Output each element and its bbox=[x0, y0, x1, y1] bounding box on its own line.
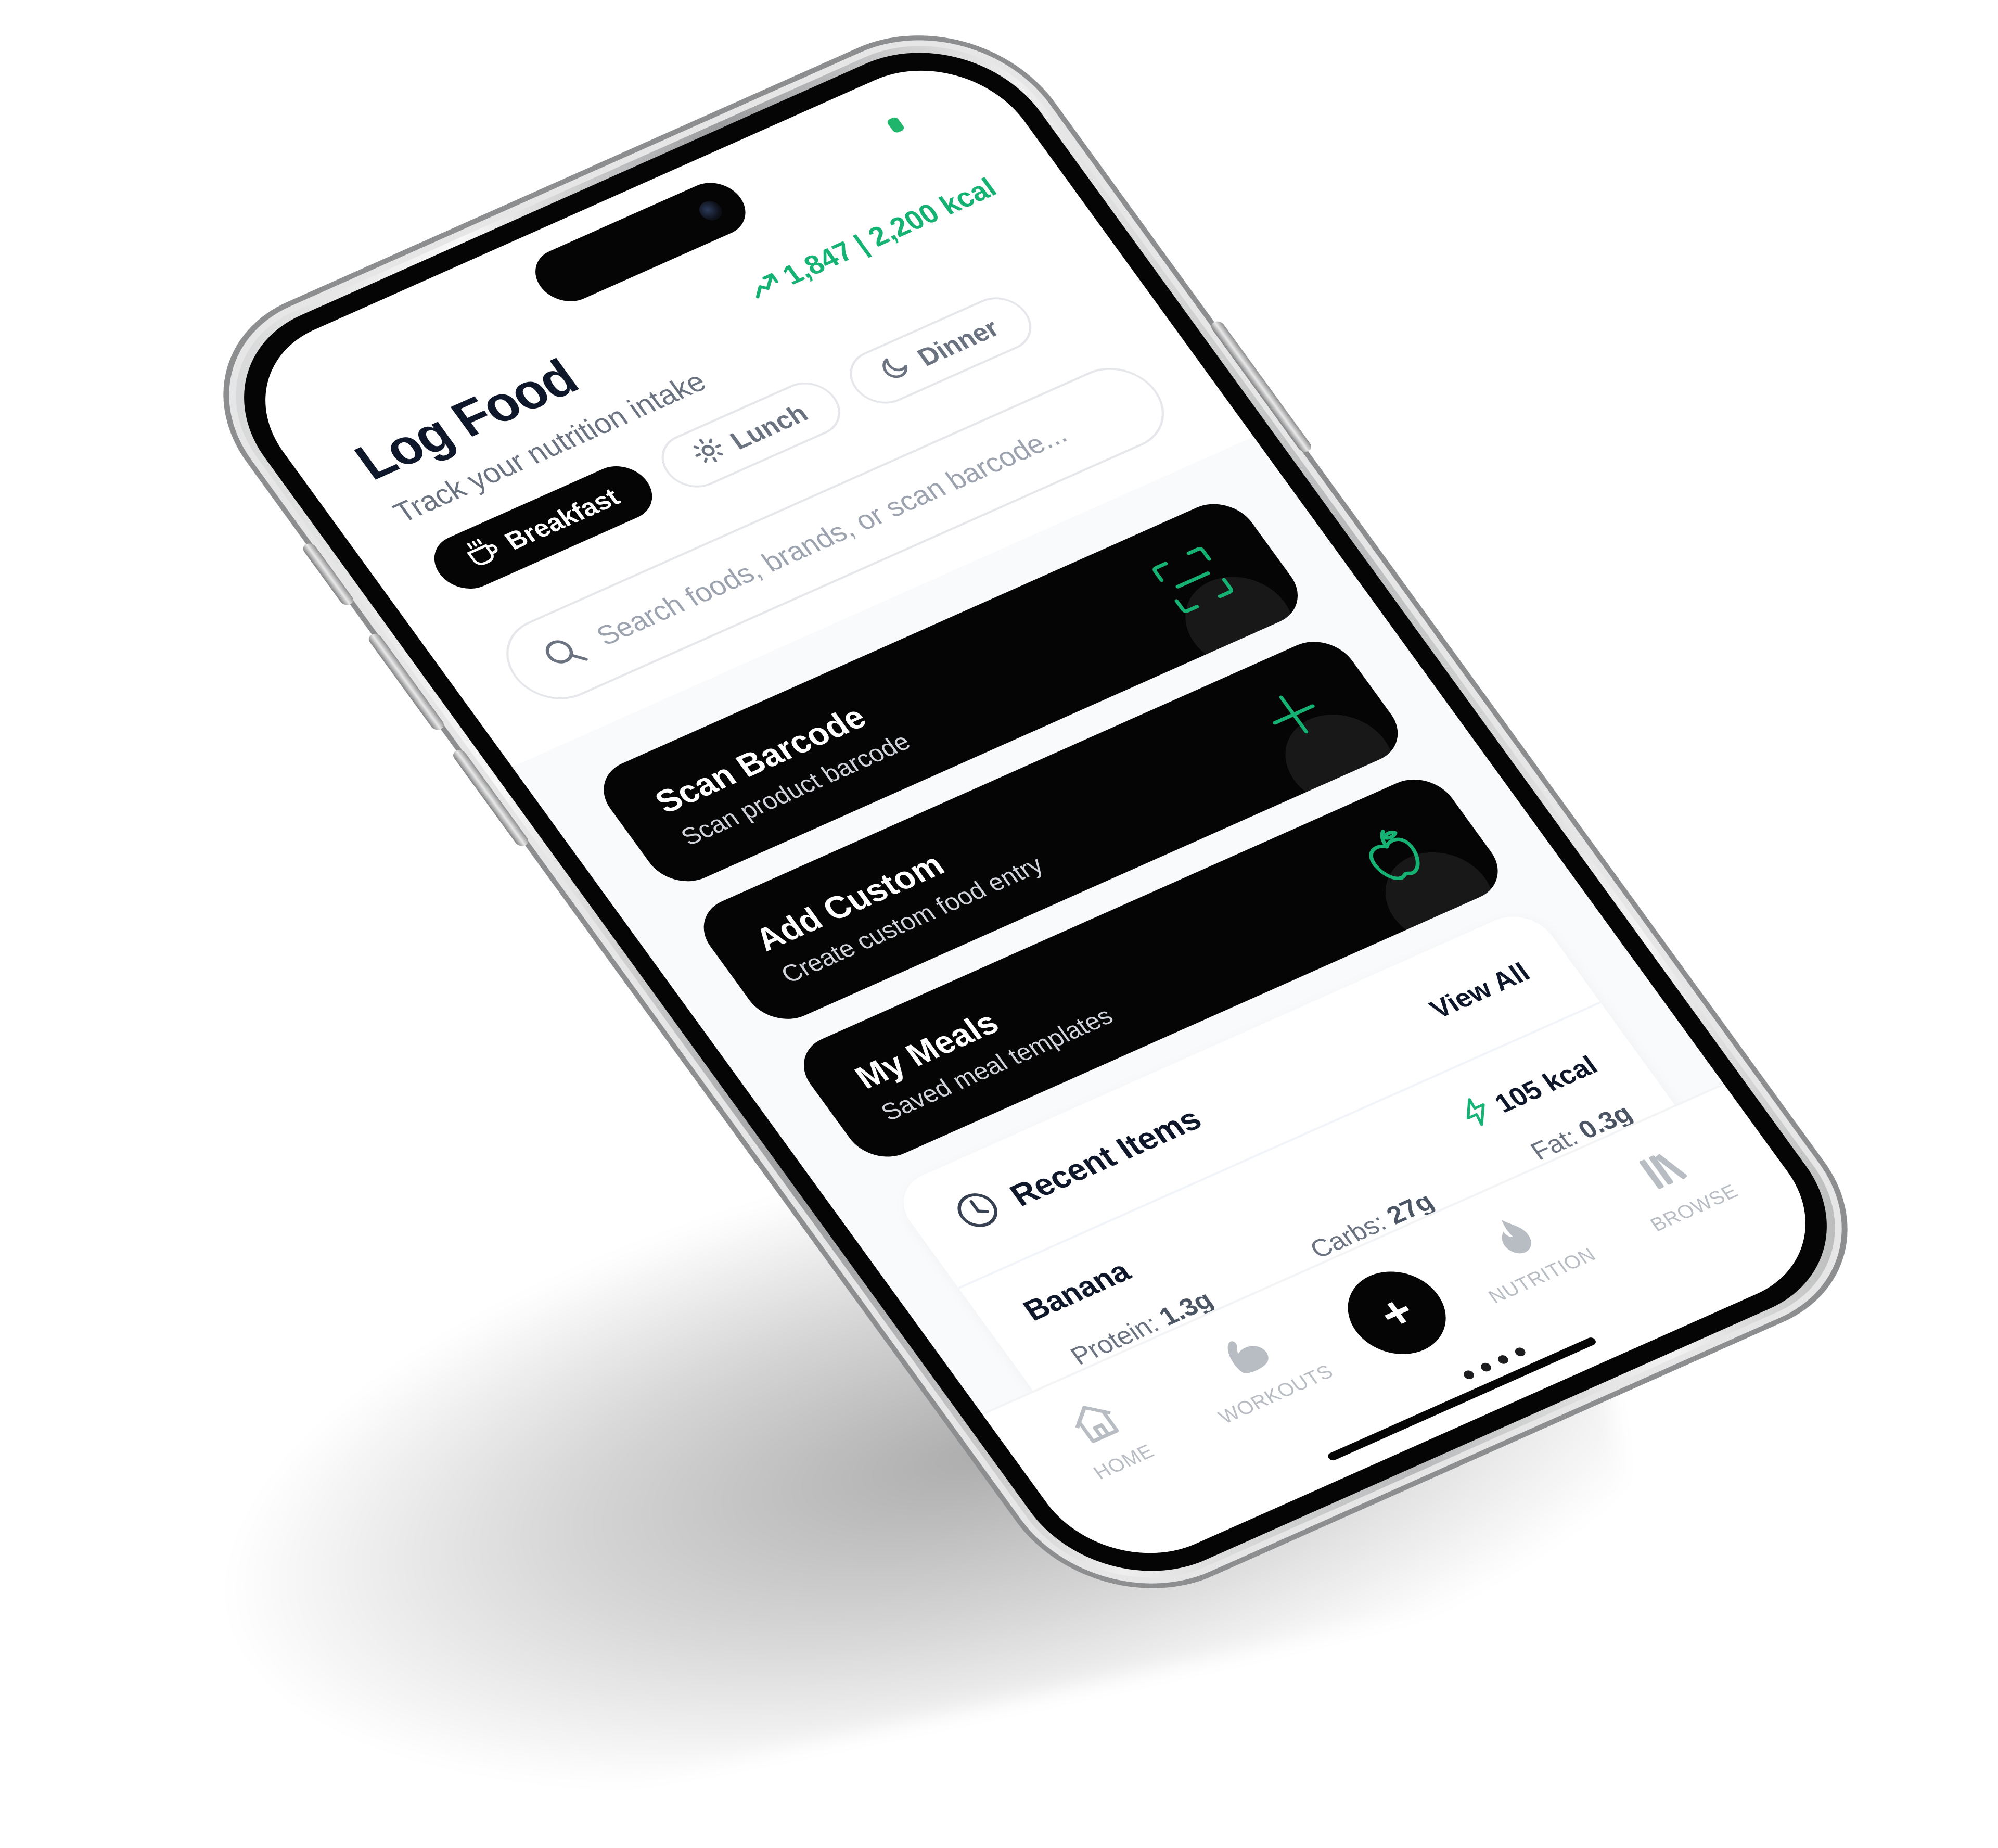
battery-indicator bbox=[886, 116, 906, 134]
view-all-link[interactable]: View All bbox=[1424, 957, 1536, 1025]
food-name: Banana bbox=[1017, 1255, 1137, 1328]
clock-icon bbox=[946, 1184, 1014, 1242]
nav-home-label: HOME bbox=[1089, 1441, 1159, 1484]
moon-icon bbox=[875, 350, 920, 389]
screenshot-stage: Log Food Track your nutrition intake 1,8… bbox=[0, 0, 1998, 1848]
nav-browse[interactable]: BROWSE bbox=[1589, 1121, 1763, 1245]
nav-nutrition[interactable]: NUTRITION bbox=[1437, 1189, 1611, 1313]
front-camera-icon bbox=[695, 198, 727, 224]
tab-dinner-label: Dinner bbox=[912, 314, 1005, 372]
coffee-icon bbox=[460, 533, 508, 574]
food-calories-text: 105 kcal bbox=[1489, 1050, 1604, 1118]
recent-items-heading: Recent Items bbox=[946, 1096, 1212, 1242]
sun-icon bbox=[687, 434, 733, 474]
tab-lunch-label: Lunch bbox=[724, 399, 814, 455]
search-icon bbox=[535, 630, 594, 678]
nav-home[interactable]: HOME bbox=[1019, 1375, 1193, 1499]
tab-breakfast-label: Breakfast bbox=[499, 482, 625, 555]
center-add-button[interactable]: + bbox=[1329, 1257, 1465, 1368]
nav-workouts[interactable]: WORKOUTS bbox=[1171, 1307, 1344, 1432]
recent-items-title: Recent Items bbox=[1003, 1101, 1209, 1213]
